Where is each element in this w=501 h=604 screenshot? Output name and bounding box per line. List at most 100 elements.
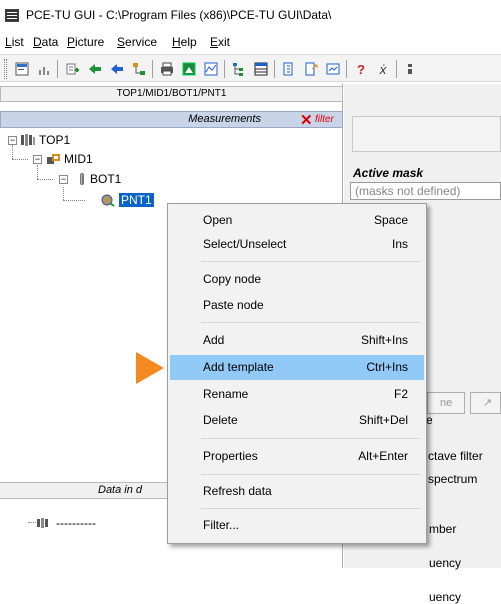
menu-item-select-unselect[interactable]: Select/Unselect Ins	[170, 232, 424, 257]
data-section-title: Data in d	[98, 484, 143, 496]
menu-separator	[201, 322, 420, 323]
chart-icon[interactable]	[34, 59, 54, 79]
tree-connector	[37, 165, 38, 179]
mid-level-icon	[46, 152, 62, 166]
menu-item-properties[interactable]: Properties Alt+Enter	[170, 444, 424, 469]
blue-arrow-icon[interactable]	[107, 59, 127, 79]
name-button[interactable]: ne	[427, 392, 465, 414]
tree-connector	[63, 200, 85, 201]
tree-node-mid1[interactable]: MID1	[64, 152, 93, 166]
menu-item-shortcut: Alt+Enter	[358, 449, 408, 463]
table-icon[interactable]	[251, 59, 271, 79]
properties-icon[interactable]	[12, 59, 32, 79]
tree-node-pnt1[interactable]: PNT1	[119, 193, 154, 207]
menu-item-add-template[interactable]: Add template Ctrl+Ins	[170, 355, 424, 380]
image-icon[interactable]	[179, 59, 199, 79]
tree-node-top1[interactable]: TOP1	[39, 133, 70, 147]
menu-separator	[201, 438, 420, 439]
menu-help[interactable]: Help	[172, 35, 197, 49]
tree-collapse-toggle[interactable]: −	[8, 136, 17, 145]
menu-item-open[interactable]: Open Space	[170, 208, 424, 233]
menu-bar: List Data Picture Service Help Exit	[0, 33, 501, 51]
menu-service[interactable]: Service	[117, 35, 157, 49]
menu-separator	[201, 474, 420, 475]
top-level-icon	[20, 133, 36, 147]
filter-close-icon[interactable]: ✕	[300, 111, 313, 129]
toolbar-separator	[396, 60, 397, 78]
diagram-icon[interactable]	[129, 59, 149, 79]
octave-filter-label[interactable]: ctave filter	[428, 449, 483, 463]
breadcrumb: TOP1/MID1/BOT1/PNT1	[0, 86, 343, 102]
help-icon[interactable]: ?	[351, 59, 371, 79]
context-help-icon[interactable]: ẋ	[373, 59, 393, 79]
tree-node-bot1[interactable]: BOT1	[90, 172, 121, 186]
export-icon[interactable]	[301, 59, 321, 79]
tree-collapse-toggle[interactable]: −	[59, 175, 68, 184]
menu-separator	[201, 508, 420, 509]
data-row[interactable]: ----------	[56, 516, 96, 530]
menu-item-shortcut: Space	[373, 213, 408, 227]
title-bar: PCE-TU GUI - C:\Program Files (x86)\PCE-…	[0, 0, 501, 30]
frequency-label: uency	[429, 590, 462, 604]
menu-item-label: Add	[203, 333, 225, 347]
menu-item-add[interactable]: Add Shift+Ins	[170, 328, 424, 353]
data-item-icon	[36, 516, 52, 530]
filter-label[interactable]: filter	[315, 114, 334, 125]
toolbar-separator	[152, 60, 153, 78]
menu-item-label: Filter...	[203, 518, 240, 532]
print-icon[interactable]	[157, 59, 177, 79]
tree-connector	[12, 159, 28, 160]
menu-item-label: Copy node	[203, 272, 262, 286]
menu-item-shortcut: Ins	[391, 237, 408, 251]
window-icon[interactable]	[323, 59, 343, 79]
import-icon[interactable]	[279, 59, 299, 79]
menu-item-label: Properties	[203, 449, 258, 463]
menu-item-refresh-data[interactable]: Refresh data	[170, 479, 424, 504]
menu-picture[interactable]: Picture	[67, 35, 104, 49]
menu-item-label: Open	[203, 213, 233, 227]
menu-separator	[201, 261, 420, 262]
menu-item-label: Add template	[203, 360, 274, 374]
measurements-header: Measurements ✕ filter	[0, 111, 343, 129]
toolbar-separator	[274, 60, 275, 78]
menu-item-label: Refresh data	[203, 484, 272, 498]
menu-item-paste-node[interactable]: Paste node	[170, 293, 424, 318]
number-label: mber	[429, 522, 457, 536]
extra-icon[interactable]	[400, 59, 420, 79]
tree-collapse-toggle[interactable]: −	[33, 155, 42, 164]
green-arrow-left-icon[interactable]	[85, 59, 105, 79]
menu-item-label: Paste node	[203, 298, 264, 312]
menu-item-copy-node[interactable]: Copy node	[170, 267, 424, 292]
menu-item-label: Select/Unselect	[203, 237, 287, 251]
tree-connector	[28, 522, 36, 523]
section-fragment: e	[426, 413, 433, 427]
toolbar-grip[interactable]	[4, 59, 7, 79]
menu-item-shortcut: Shift+Ins	[360, 333, 408, 347]
menu-item-label: Rename	[203, 387, 249, 401]
toolbar-separator	[346, 60, 347, 78]
masks-field[interactable]: (masks not defined)	[350, 182, 501, 200]
menu-item-shortcut: F2	[393, 387, 408, 401]
tree-connector	[37, 179, 53, 180]
menu-list[interactable]: List	[5, 35, 24, 49]
menu-item-shortcut: Shift+Del	[358, 413, 408, 427]
app-icon	[5, 9, 19, 22]
menu-exit[interactable]: Exit	[210, 35, 230, 49]
menu-item-delete[interactable]: Delete Shift+Del	[170, 408, 424, 433]
tree-connector	[12, 145, 13, 159]
window-title: PCE-TU GUI - C:\Program Files (x86)\PCE-…	[26, 8, 332, 22]
context-menu: Open Space Select/Unselect Ins Copy node…	[167, 203, 427, 544]
toolbar-separator	[57, 60, 58, 78]
menu-item-shortcut: Ctrl+Ins	[366, 360, 408, 374]
graph-icon[interactable]	[201, 59, 221, 79]
toolbar: ? ẋ	[0, 54, 501, 82]
measurements-title: Measurements	[188, 113, 261, 125]
tree-icon[interactable]	[229, 59, 249, 79]
spectrum-label[interactable]: spectrum	[428, 472, 477, 486]
menu-item-label: Delete	[203, 413, 238, 427]
menu-item-rename[interactable]: Rename F2	[170, 382, 424, 407]
menu-item-filter[interactable]: Filter...	[170, 513, 424, 538]
document-button[interactable]: ↗	[470, 392, 501, 414]
list-add-icon[interactable]	[62, 59, 82, 79]
menu-data[interactable]: Data	[33, 35, 58, 49]
